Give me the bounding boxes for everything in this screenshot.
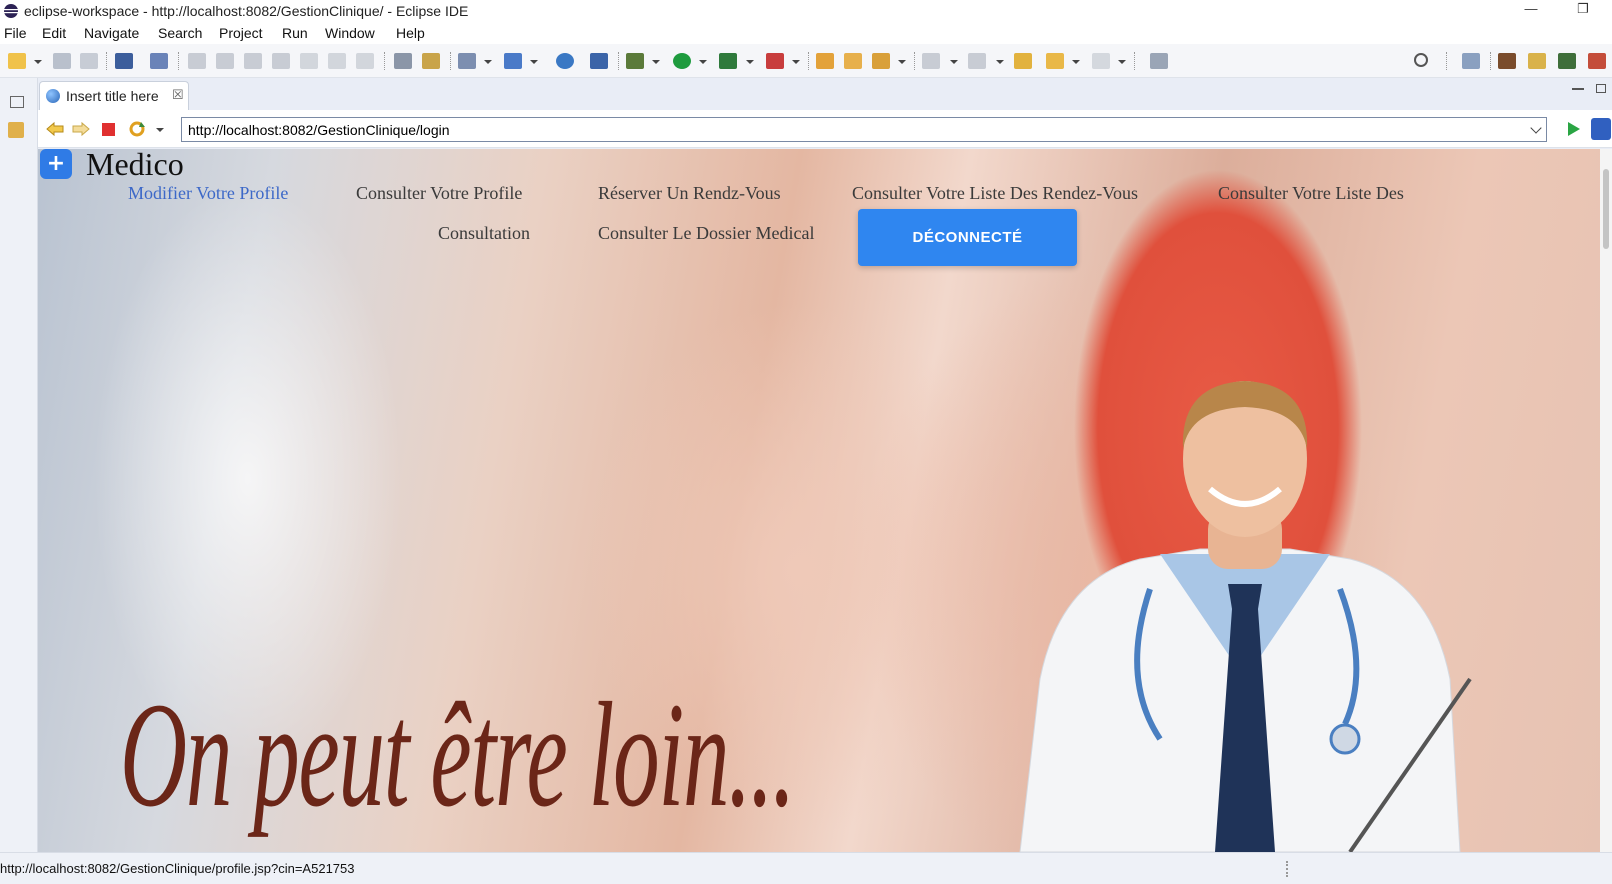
web-page-view: + Medico Modifier Votre Profile Consulte… <box>38 149 1612 852</box>
brand-plus-icon: + <box>40 149 72 179</box>
pin-editor-icon[interactable] <box>1150 53 1168 69</box>
open-perspective-icon[interactable] <box>1462 53 1480 69</box>
open-external-browser-icon[interactable] <box>1591 118 1611 140</box>
back-icon[interactable] <box>1046 53 1064 69</box>
back-arrow-icon[interactable] <box>46 121 64 137</box>
minimize-view-icon[interactable] <box>1572 88 1584 90</box>
forward-icon[interactable] <box>1092 53 1110 69</box>
java-perspective-icon[interactable] <box>1528 53 1546 69</box>
step-over-icon[interactable] <box>328 53 346 69</box>
window-titlebar: eclipse-workspace - http://localhost:808… <box>0 0 1612 24</box>
close-tab-icon[interactable]: ☒ <box>172 87 184 103</box>
nav-reserver-rendez-vous[interactable]: Réserver Un Rendz-Vous <box>598 183 781 204</box>
resume-icon[interactable] <box>188 53 206 69</box>
browser-globe-icon[interactable] <box>556 53 574 69</box>
status-link-preview: http://localhost:8082/GestionClinique/pr… <box>0 861 355 876</box>
web-service-icon[interactable] <box>504 53 522 69</box>
go-icon[interactable] <box>1568 122 1580 136</box>
annotation-icon[interactable] <box>872 53 890 69</box>
window-title: eclipse-workspace - http://localhost:808… <box>24 3 469 19</box>
menu-window[interactable]: Window <box>325 24 375 42</box>
new-icon[interactable] <box>8 53 26 69</box>
coverage-icon[interactable] <box>719 53 737 69</box>
nav-consultation[interactable]: Consultation <box>438 223 530 244</box>
main-toolbar <box>0 44 1612 78</box>
new-dropdown-icon[interactable] <box>34 60 42 64</box>
nav-modifier-votre-profile[interactable]: Modifier Votre Profile <box>128 183 288 204</box>
terminal-icon[interactable] <box>115 53 133 69</box>
editor-tab-row: Insert title here ☒ <box>38 78 1612 110</box>
save-icon[interactable] <box>53 53 71 69</box>
menu-run[interactable]: Run <box>282 24 308 42</box>
open-task-icon[interactable] <box>844 53 862 69</box>
last-edit-icon[interactable] <box>1014 53 1032 69</box>
suspend-icon[interactable] <box>216 53 234 69</box>
debug-icon[interactable] <box>626 53 644 69</box>
run-icon[interactable] <box>673 53 691 69</box>
terminate-icon[interactable] <box>244 53 262 69</box>
nav-consulter-votre-profile[interactable]: Consulter Votre Profile <box>356 183 522 204</box>
step-return-icon[interactable] <box>356 53 374 69</box>
external-tools-icon[interactable] <box>766 53 784 69</box>
run-server-icon[interactable] <box>590 53 608 69</box>
nav-dossier-medical[interactable]: Consulter Le Dossier Medical <box>598 223 814 244</box>
restore-button[interactable]: ❐ <box>1560 0 1606 22</box>
brand-name: Medico <box>86 149 184 182</box>
browser-nav-bar <box>38 110 1612 148</box>
task-list-icon[interactable] <box>394 53 412 69</box>
doctor-image <box>1019 381 1472 852</box>
prev-annotation-icon[interactable] <box>968 53 986 69</box>
tab-label: Insert title here <box>66 88 159 104</box>
open-type-icon[interactable] <box>422 53 440 69</box>
refresh-dropdown-icon[interactable] <box>156 128 164 132</box>
nav-liste-rendez-vous[interactable]: Consulter Votre Liste Des Rendez-Vous <box>852 183 1138 204</box>
page-scrollbar[interactable] <box>1600 149 1612 852</box>
scrollbar-thumb[interactable] <box>1603 169 1609 249</box>
menu-help[interactable]: Help <box>396 24 425 42</box>
menu-bar: File Edit Navigate Search Project Run Wi… <box>0 24 1612 44</box>
java-ee-perspective-icon[interactable] <box>1498 53 1516 69</box>
forward-arrow-icon[interactable] <box>72 121 90 137</box>
open-folder-icon[interactable] <box>816 53 834 69</box>
disconnect-icon[interactable] <box>272 53 290 69</box>
tab-insert-title-here[interactable]: Insert title here ☒ <box>39 81 189 110</box>
menu-file[interactable]: File <box>4 24 27 42</box>
menu-project[interactable]: Project <box>219 24 263 42</box>
new-server-icon[interactable] <box>458 53 476 69</box>
url-history-chevron-down-icon[interactable] <box>1530 122 1542 134</box>
project-explorer-icon[interactable] <box>8 122 24 138</box>
left-trim-bar <box>0 78 38 868</box>
hero-slogan: On peut être loin... <box>120 672 796 838</box>
maximize-view-icon[interactable] <box>1596 84 1606 93</box>
url-bar[interactable] <box>181 117 1547 142</box>
refresh-icon[interactable] <box>128 121 146 137</box>
restore-view-icon[interactable] <box>10 96 24 108</box>
menu-navigate[interactable]: Navigate <box>84 24 139 42</box>
git-perspective-icon[interactable] <box>1588 53 1606 69</box>
debug-perspective-icon[interactable] <box>1558 53 1576 69</box>
step-into-icon[interactable] <box>300 53 318 69</box>
skip-breakpoints-icon[interactable] <box>150 53 168 69</box>
nav-liste-consultation[interactable]: Consulter Votre Liste Des <box>1218 183 1404 204</box>
logout-button[interactable]: DÉCONNECTÉ <box>858 209 1077 266</box>
menu-edit[interactable]: Edit <box>42 24 66 42</box>
eclipse-app-icon <box>4 4 18 18</box>
status-bar: http://localhost:8082/GestionClinique/pr… <box>0 852 1612 884</box>
stop-icon[interactable] <box>102 123 115 136</box>
next-annotation-icon[interactable] <box>922 53 940 69</box>
search-icon[interactable] <box>1414 53 1428 67</box>
url-input[interactable] <box>182 118 1522 141</box>
status-grip <box>1286 861 1288 877</box>
minimize-button[interactable]: — <box>1508 0 1554 22</box>
save-all-icon[interactable] <box>80 53 98 69</box>
menu-search[interactable]: Search <box>158 24 202 42</box>
globe-icon <box>46 89 60 103</box>
